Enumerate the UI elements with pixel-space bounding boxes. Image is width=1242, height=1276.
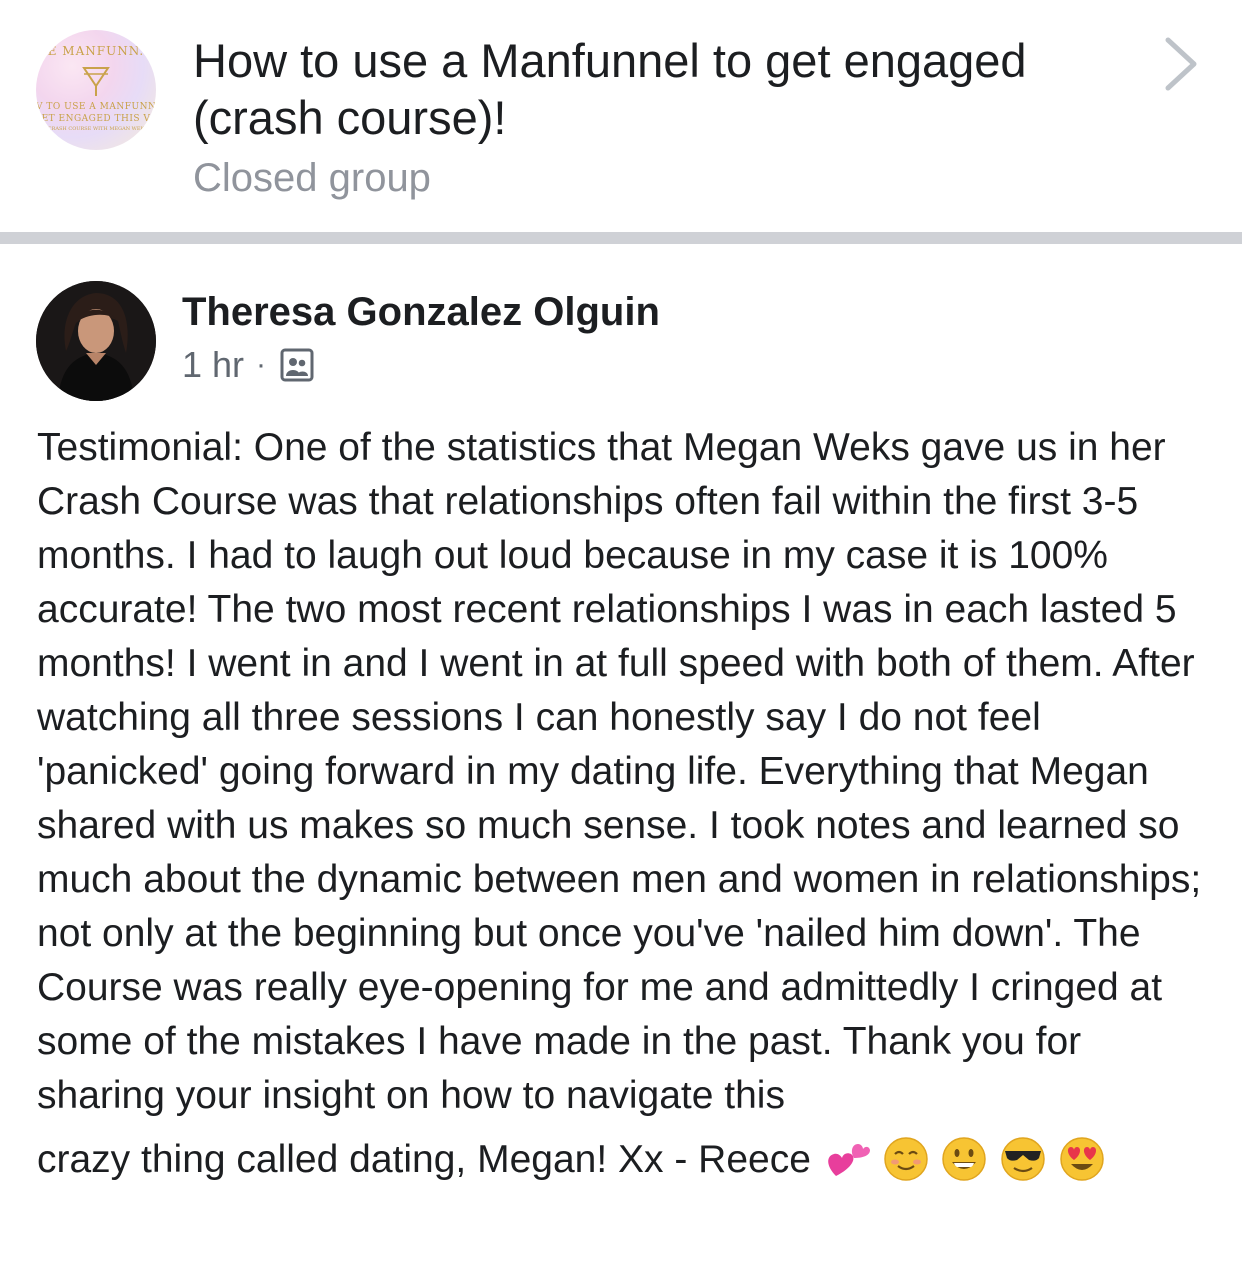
group-header[interactable]: E MANFUNN. V TO USE A MANFUNN ET ENGAGED… (0, 0, 1242, 232)
post: Theresa Gonzalez Olguin 1 hr · Testimoni… (0, 244, 1242, 1276)
group-avatar-text-small: CRASH COURSE WITH MEGAN WEK (47, 126, 145, 132)
group-members-icon (280, 348, 314, 382)
meta-separator: · (256, 348, 266, 381)
author-name[interactable]: Theresa Gonzalez Olguin (182, 288, 660, 336)
group-avatar[interactable]: E MANFUNN. V TO USE A MANFUNN ET ENGAGED… (36, 30, 156, 150)
post-body-signoff: crazy thing called dating, Megan! Xx - R… (37, 1138, 811, 1181)
post-body-text: Testimonial: One of the statistics that … (37, 426, 1202, 1117)
post-body-last-line: crazy thing called dating, Megan! Xx - R… (37, 1133, 1217, 1187)
group-avatar-text-mid1: V TO USE A MANFUNN (36, 102, 156, 112)
author-avatar[interactable] (36, 281, 156, 401)
section-divider (0, 232, 1242, 244)
chevron-right-icon[interactable] (1160, 36, 1200, 92)
group-type-label: Closed group (193, 156, 431, 200)
group-title[interactable]: How to use a Manfunnel to get engaged (c… (193, 32, 1113, 146)
group-avatar-text-top: E MANFUNN. (47, 44, 145, 58)
sunglasses-emoji (1001, 1137, 1046, 1181)
group-avatar-text-mid2: ET ENGAGED THIS V (41, 114, 151, 124)
grinning-emoji (942, 1137, 987, 1181)
post-timestamp[interactable]: 1 hr (182, 342, 244, 388)
two-hearts-emoji (827, 1144, 870, 1176)
heart-eyes-emoji (1060, 1137, 1104, 1181)
author-photo (36, 281, 156, 401)
post-body: Testimonial: One of the statistics that … (37, 421, 1217, 1187)
smiling-blush-emoji (883, 1137, 928, 1181)
funnel-logo-icon (82, 67, 110, 96)
